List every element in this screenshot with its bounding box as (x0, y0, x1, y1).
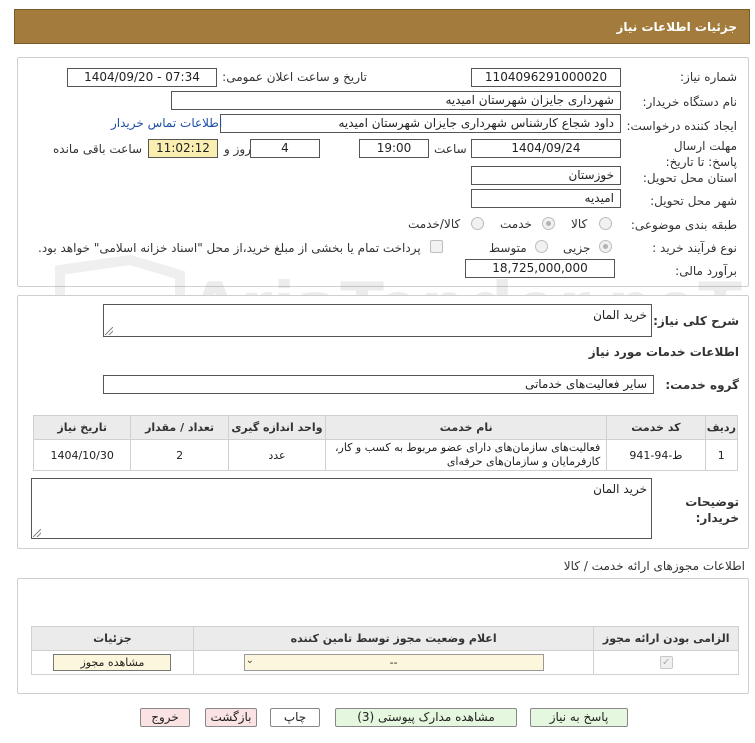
permits-table-header: جزئیات اعلام وضعیت مجوز توسط تامین کننده… (31, 626, 739, 651)
chevron-down-icon: ⌄ (245, 655, 255, 666)
exit-button[interactable]: خروج (140, 708, 190, 727)
col-header-row: ردیف (704, 415, 739, 440)
need-summary-text: خرید المان (593, 308, 647, 322)
need-number-label: شماره نیاز: (680, 70, 737, 84)
permit-status-select[interactable]: -- ⌄ (243, 654, 544, 671)
announce-date-label: تاریخ و ساعت اعلان عمومی: (222, 70, 367, 84)
need-summary-field[interactable]: خرید المان (103, 304, 652, 337)
treasury-payment-note: پرداخت تمام یا بخشی از مبلغ خرید،از محل … (38, 241, 421, 255)
cell-row: 1 (704, 439, 739, 471)
services-table: تاریخ نیاز تعداد / مقدار واحد اندازه گیر… (32, 415, 739, 471)
creator-label: ایجاد کننده درخواست: (626, 119, 737, 133)
permits-col-details: جزئیات (31, 626, 194, 651)
remaining-time-field: 11:02:12 (148, 139, 218, 158)
buyer-contact-link[interactable]: اطلاعات تماس خریدار (111, 116, 222, 130)
buyer-org-label: نام دستگاه خریدار: (642, 95, 738, 109)
permit-required-checkbox[interactable]: ✓ (659, 656, 673, 669)
category-radio-goods[interactable] (599, 217, 612, 230)
buyer-notes-field[interactable]: خرید المان (31, 478, 652, 539)
back-button[interactable]: بازگشت (205, 708, 257, 727)
buyer-notes-text: خرید المان (593, 482, 647, 496)
view-attachments-button[interactable]: مشاهده مدارک پیوستی (3) (335, 708, 517, 727)
resize-handle-icon[interactable] (33, 529, 41, 537)
deadline-time-field: 19:00 (359, 139, 429, 158)
col-header-service-code: کد خدمت (606, 415, 706, 440)
services-table-header: تاریخ نیاز تعداد / مقدار واحد اندازه گیر… (32, 415, 739, 440)
category-option-service: خدمت (500, 217, 532, 231)
resize-handle-icon[interactable] (105, 327, 113, 335)
remaining-days-label: روز و (224, 142, 251, 156)
process-radio-medium[interactable] (535, 240, 548, 253)
announce-date-field: 1404/09/20 - 07:34 (67, 68, 217, 87)
city-label: شهر محل تحویل: (650, 194, 737, 208)
process-type-label: نوع فرآیند خرید : (652, 241, 737, 255)
cell-unit: عدد (227, 439, 327, 471)
category-radio-goods-service[interactable] (471, 217, 484, 230)
category-option-goods: کالا (571, 217, 588, 231)
view-permit-button[interactable]: مشاهده مجوز (53, 654, 172, 671)
province-field: خوزستان (471, 166, 621, 185)
page-title-bar: جزئیات اطلاعات نیاز (14, 9, 750, 44)
cell-qty: 2 (130, 439, 229, 471)
permits-cell-required: ✓ (593, 650, 739, 675)
col-header-service-name: نام خدمت (325, 415, 608, 440)
process-radio-partial[interactable] (599, 240, 612, 253)
permits-cell-status: -- ⌄ (192, 650, 595, 675)
creator-field: داود شجاع کارشناس شهرداری جایزان شهرستان… (220, 114, 621, 133)
budget-label: برآورد مالی: (675, 264, 737, 278)
category-radio-service[interactable] (542, 217, 555, 230)
col-header-unit: واحد اندازه گیری (227, 415, 327, 440)
buyer-notes-label: توضیحات خریدار: (685, 495, 739, 525)
remaining-days-field: 4 (250, 139, 320, 158)
permit-status-value: -- (243, 654, 544, 671)
services-section-title: اطلاعات خدمات مورد نیاز (588, 345, 739, 359)
remaining-time-label: ساعت باقی مانده (53, 142, 143, 156)
cell-service-code: ط-94-941 (606, 439, 706, 471)
treasury-payment-checkbox[interactable] (430, 240, 443, 253)
service-group-label: گروه خدمت: (665, 378, 739, 392)
reply-button[interactable]: پاسخ به نیاز (530, 708, 628, 727)
table-row: 1404/10/30 2 عدد فعالیت‌های سازمان‌های د… (32, 439, 739, 471)
category-option-goods-service: کالا/خدمت (408, 217, 461, 231)
process-option-medium: متوسط (489, 241, 527, 255)
province-label: استان محل تحویل: (642, 171, 737, 185)
deadline-label: مهلت ارسال پاسخ: تا تاریخ: (665, 139, 737, 169)
page-title: جزئیات اطلاعات نیاز (616, 20, 737, 34)
need-summary-label: شرح کلی نیاز: (653, 314, 739, 328)
permits-table: جزئیات اعلام وضعیت مجوز توسط تامین کننده… (31, 626, 739, 675)
print-button[interactable]: چاپ (270, 708, 320, 727)
deadline-date-field: 1404/09/24 (471, 139, 621, 158)
table-row: مشاهده مجوز -- ⌄ ✓ (31, 650, 739, 675)
city-field: امیدیه (471, 189, 621, 208)
need-number-field: 1104096291000020 (471, 68, 621, 87)
deadline-time-label: ساعت (434, 142, 467, 156)
service-group-field: سایر فعالیت‌های خدماتی (103, 375, 654, 394)
process-option-partial: جزیی (563, 241, 591, 255)
buyer-org-field: شهرداری جایزان شهرستان امیدیه (171, 91, 621, 110)
permits-section-title: اطلاعات مجوزهای ارائه خدمت / کالا (563, 559, 745, 573)
col-header-qty: تعداد / مقدار (130, 415, 229, 440)
permits-col-required: الزامی بودن ارائه مجوز (593, 626, 739, 651)
col-header-date: تاریخ نیاز (32, 415, 132, 440)
cell-date: 1404/10/30 (32, 439, 132, 471)
permits-cell-details: مشاهده مجوز (31, 650, 194, 675)
budget-field: 18,725,000,000 (465, 259, 615, 278)
permits-col-status: اعلام وضعیت مجوز توسط تامین کننده (192, 626, 595, 651)
cell-service-name: فعالیت‌های سازمان‌های دارای عضو مربوط به… (325, 439, 608, 471)
category-label: طبقه بندی موضوعی: (630, 218, 737, 232)
